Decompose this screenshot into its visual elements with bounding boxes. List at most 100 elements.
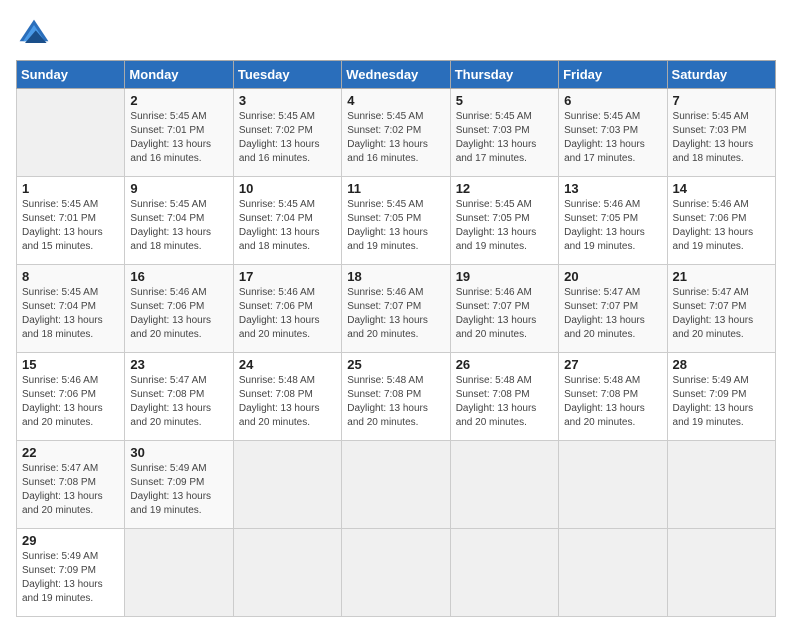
day-info: Sunrise: 5:45 AMSunset: 7:02 PMDaylight:…: [239, 110, 336, 166]
header-friday: Friday: [559, 61, 667, 89]
day-number: 29: [22, 533, 119, 548]
calendar-body: 2 Sunrise: 5:45 AMSunset: 7:01 PMDaylight…: [17, 89, 776, 617]
day-number: 14: [673, 181, 770, 196]
day-info: Sunrise: 5:46 AMSunset: 7:07 PMDaylight:…: [347, 286, 444, 342]
calendar-cell: [559, 441, 667, 529]
calendar-cell: 23Sunrise: 5:47 AMSunset: 7:08 PMDayligh…: [125, 353, 233, 441]
header-thursday: Thursday: [450, 61, 558, 89]
calendar-cell: [342, 529, 450, 617]
day-info: Sunrise: 5:46 AMSunset: 7:05 PMDaylight:…: [564, 198, 661, 254]
day-info: Sunrise: 5:47 AMSunset: 7:07 PMDaylight:…: [673, 286, 770, 342]
calendar-cell: 18 Sunrise: 5:46 AMSunset: 7:07 PMDayligh…: [342, 265, 450, 353]
header-monday: Monday: [125, 61, 233, 89]
calendar-cell: 17 Sunrise: 5:46 AMSunset: 7:06 PMDayligh…: [233, 265, 341, 353]
day-info: Sunrise: 5:48 AMSunset: 7:08 PMDaylight:…: [564, 374, 661, 430]
day-info: Sunrise: 5:46 AMSunset: 7:06 PMDaylight:…: [673, 198, 770, 254]
header-sunday: Sunday: [17, 61, 125, 89]
calendar-cell: 4 Sunrise: 5:45 AMSunset: 7:02 PMDaylight…: [342, 89, 450, 177]
calendar-cell: [233, 441, 341, 529]
day-info: Sunrise: 5:48 AMSunset: 7:08 PMDaylight:…: [239, 374, 336, 430]
calendar-cell: 10 Sunrise: 5:45 AMSunset: 7:04 PMDayligh…: [233, 177, 341, 265]
header-wednesday: Wednesday: [342, 61, 450, 89]
day-number: 20: [564, 269, 661, 284]
day-number: 10: [239, 181, 336, 196]
day-info: Sunrise: 5:48 AMSunset: 7:08 PMDaylight:…: [347, 374, 444, 430]
day-number: 18: [347, 269, 444, 284]
logo-icon: [16, 16, 52, 52]
calendar-cell: 9 Sunrise: 5:45 AMSunset: 7:04 PMDaylight…: [125, 177, 233, 265]
day-info: Sunrise: 5:45 AMSunset: 7:05 PMDaylight:…: [347, 198, 444, 254]
day-number: 30: [130, 445, 227, 460]
day-info: Sunrise: 5:49 AMSunset: 7:09 PMDaylight:…: [673, 374, 770, 430]
calendar-cell: 25 Sunrise: 5:48 AMSunset: 7:08 PMDayligh…: [342, 353, 450, 441]
day-info: Sunrise: 5:45 AMSunset: 7:04 PMDaylight:…: [130, 198, 227, 254]
calendar-cell: 3 Sunrise: 5:45 AMSunset: 7:02 PMDaylight…: [233, 89, 341, 177]
calendar-week-1: 1Sunrise: 5:45 AMSunset: 7:01 PMDaylight…: [17, 177, 776, 265]
day-info: Sunrise: 5:46 AMSunset: 7:07 PMDaylight:…: [456, 286, 553, 342]
calendar-cell: 11 Sunrise: 5:45 AMSunset: 7:05 PMDayligh…: [342, 177, 450, 265]
calendar-cell: 1Sunrise: 5:45 AMSunset: 7:01 PMDaylight…: [17, 177, 125, 265]
day-number: 3: [239, 93, 336, 108]
day-info: Sunrise: 5:45 AMSunset: 7:01 PMDaylight:…: [22, 198, 119, 254]
calendar-cell: [342, 441, 450, 529]
calendar-cell: [450, 529, 558, 617]
day-info: Sunrise: 5:45 AMSunset: 7:04 PMDaylight:…: [22, 286, 119, 342]
calendar-cell: 21 Sunrise: 5:47 AMSunset: 7:07 PMDayligh…: [667, 265, 775, 353]
calendar-cell: 19Sunrise: 5:46 AMSunset: 7:07 PMDayligh…: [450, 265, 558, 353]
day-number: 8: [22, 269, 119, 284]
calendar-cell: 13 Sunrise: 5:46 AMSunset: 7:05 PMDayligh…: [559, 177, 667, 265]
day-number: 16: [130, 269, 227, 284]
day-number: 17: [239, 269, 336, 284]
day-number: 11: [347, 181, 444, 196]
calendar-cell: 30 Sunrise: 5:49 AMSunset: 7:09 PMDayligh…: [125, 441, 233, 529]
calendar-cell: 15 Sunrise: 5:46 AMSunset: 7:06 PMDayligh…: [17, 353, 125, 441]
logo: [16, 16, 56, 52]
day-number: 23: [130, 357, 227, 372]
day-number: 28: [673, 357, 770, 372]
calendar-cell: 8 Sunrise: 5:45 AMSunset: 7:04 PMDaylight…: [17, 265, 125, 353]
calendar-cell: 16Sunrise: 5:46 AMSunset: 7:06 PMDayligh…: [125, 265, 233, 353]
calendar-cell: [667, 441, 775, 529]
day-number: 21: [673, 269, 770, 284]
day-info: Sunrise: 5:45 AMSunset: 7:01 PMDaylight:…: [130, 110, 227, 166]
calendar-cell: 27Sunrise: 5:48 AMSunset: 7:08 PMDayligh…: [559, 353, 667, 441]
day-info: Sunrise: 5:45 AMSunset: 7:03 PMDaylight:…: [456, 110, 553, 166]
header-saturday: Saturday: [667, 61, 775, 89]
day-number: 15: [22, 357, 119, 372]
day-info: Sunrise: 5:48 AMSunset: 7:08 PMDaylight:…: [456, 374, 553, 430]
calendar-week-2: 8 Sunrise: 5:45 AMSunset: 7:04 PMDaylight…: [17, 265, 776, 353]
day-number: 4: [347, 93, 444, 108]
day-info: Sunrise: 5:49 AMSunset: 7:09 PMDaylight:…: [22, 550, 119, 606]
calendar-cell: [233, 529, 341, 617]
header-tuesday: Tuesday: [233, 61, 341, 89]
day-info: Sunrise: 5:46 AMSunset: 7:06 PMDaylight:…: [22, 374, 119, 430]
calendar-header-row: SundayMondayTuesdayWednesdayThursdayFrid…: [17, 61, 776, 89]
calendar-cell: 22Sunrise: 5:47 AMSunset: 7:08 PMDayligh…: [17, 441, 125, 529]
calendar-week-4: 22Sunrise: 5:47 AMSunset: 7:08 PMDayligh…: [17, 441, 776, 529]
day-number: 9: [130, 181, 227, 196]
calendar-cell: 12 Sunrise: 5:45 AMSunset: 7:05 PMDayligh…: [450, 177, 558, 265]
day-info: Sunrise: 5:47 AMSunset: 7:08 PMDaylight:…: [22, 462, 119, 518]
calendar-cell: [17, 89, 125, 177]
day-info: Sunrise: 5:45 AMSunset: 7:03 PMDaylight:…: [564, 110, 661, 166]
day-info: Sunrise: 5:47 AMSunset: 7:07 PMDaylight:…: [564, 286, 661, 342]
day-info: Sunrise: 5:45 AMSunset: 7:03 PMDaylight:…: [673, 110, 770, 166]
calendar-cell: 24Sunrise: 5:48 AMSunset: 7:08 PMDayligh…: [233, 353, 341, 441]
day-number: 13: [564, 181, 661, 196]
calendar-cell: [450, 441, 558, 529]
page-header: [16, 16, 776, 52]
calendar-cell: 29 Sunrise: 5:49 AMSunset: 7:09 PMDayligh…: [17, 529, 125, 617]
day-number: 25: [347, 357, 444, 372]
calendar-table: SundayMondayTuesdayWednesdayThursdayFrid…: [16, 60, 776, 617]
calendar-cell: [667, 529, 775, 617]
day-info: Sunrise: 5:49 AMSunset: 7:09 PMDaylight:…: [130, 462, 227, 518]
day-info: Sunrise: 5:45 AMSunset: 7:04 PMDaylight:…: [239, 198, 336, 254]
calendar-cell: [125, 529, 233, 617]
calendar-cell: 7Sunrise: 5:45 AMSunset: 7:03 PMDaylight…: [667, 89, 775, 177]
day-number: 2: [130, 93, 227, 108]
day-info: Sunrise: 5:46 AMSunset: 7:06 PMDaylight:…: [239, 286, 336, 342]
day-info: Sunrise: 5:45 AMSunset: 7:02 PMDaylight:…: [347, 110, 444, 166]
day-number: 5: [456, 93, 553, 108]
day-number: 12: [456, 181, 553, 196]
day-info: Sunrise: 5:45 AMSunset: 7:05 PMDaylight:…: [456, 198, 553, 254]
